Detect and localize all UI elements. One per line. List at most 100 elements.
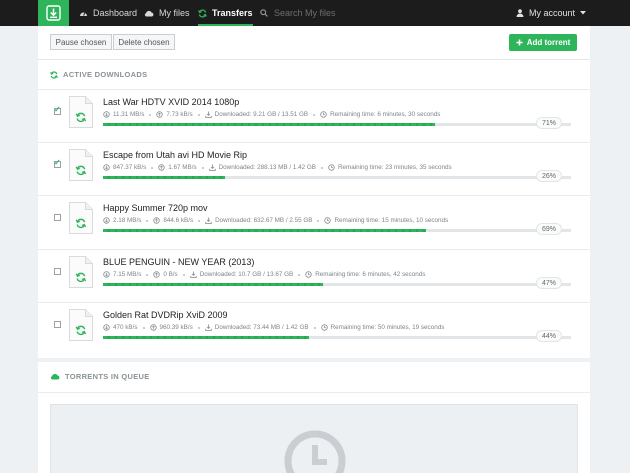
upload-speed-value: 0 B/s xyxy=(163,271,178,278)
downloaded-amount: Downloaded: 73.44 MB / 1.42 GB xyxy=(205,324,309,331)
progress-percent: 44% xyxy=(536,330,562,342)
download-row[interactable]: BLUE PENGUIN - NEW YEAR (2013) 7.15 MB/s 0… xyxy=(38,249,590,302)
torrent-stats: 470 kB/s 960.39 kB/s Downloaded: 73.44 MB … xyxy=(103,324,444,331)
remaining-time: Remaining time: 50 minutes, 19 seconds xyxy=(320,324,445,331)
download-speed-value: 2.18 MB/s xyxy=(113,217,142,224)
file-icon xyxy=(69,96,93,128)
toolbar: Pause chosen Delete chosen Add torrent xyxy=(38,26,590,60)
delete-chosen-button[interactable]: Delete chosen xyxy=(113,34,175,50)
nav-dashboard[interactable]: Dashboard xyxy=(79,0,137,26)
upload-speed-value: 960.39 kB/s xyxy=(159,324,193,331)
row-checkbox[interactable] xyxy=(54,158,61,168)
upload-speed-value: 844.6 kB/s xyxy=(163,217,194,224)
remaining-time: Remaining time: 23 minutes, 35 seconds xyxy=(328,164,452,171)
separator-dot xyxy=(142,326,145,329)
separator-dot xyxy=(298,273,301,276)
file-icon xyxy=(69,149,93,181)
user-icon xyxy=(516,9,524,17)
download-tray-icon xyxy=(204,111,212,118)
queue-divider xyxy=(38,392,590,393)
queue-panel: TORRENTS IN QUEUE xyxy=(38,362,590,473)
remaining-time-value: Remaining time: 6 minutes, 30 seconds xyxy=(330,111,441,118)
download-speed-value: 470 kB/s xyxy=(113,324,138,331)
clock-icon xyxy=(305,271,312,278)
downloaded-amount: Downloaded: 10.7 GB / 13.67 GB xyxy=(189,271,293,278)
caret-down-icon xyxy=(580,11,586,15)
progress-bar xyxy=(103,176,571,179)
row-checkbox[interactable] xyxy=(54,105,61,115)
remaining-time: Remaining time: 6 minutes, 30 seconds xyxy=(320,111,440,118)
download-speed-value: 847.37 kB/s xyxy=(113,164,147,171)
app-logo[interactable] xyxy=(38,0,69,26)
nav-transfers[interactable]: Transfers xyxy=(198,0,253,26)
clock-icon xyxy=(284,430,346,473)
separator-dot xyxy=(149,113,152,116)
refresh-icon xyxy=(198,8,207,18)
download-speed-icon xyxy=(103,164,110,171)
download-speed-value: 11.31 MB/s xyxy=(113,111,145,118)
cloud-icon xyxy=(50,373,60,380)
download-row[interactable]: Golden Rat DVDRip XviD 2009 470 kB/s 960.3… xyxy=(38,302,590,355)
upload-speed: 0 B/s xyxy=(153,271,178,278)
torrent-stats: 847.37 kB/s 1.67 MB/s Downloaded: 288.13 M… xyxy=(103,164,452,171)
downloaded-value: Downloaded: 632.67 MB / 2.55 GB xyxy=(215,217,313,224)
torrent-title[interactable]: Escape from Utah avi HD Movie Rip xyxy=(103,150,247,160)
download-tray-icon xyxy=(205,217,212,224)
search-input[interactable] xyxy=(274,8,364,18)
separator-dot xyxy=(313,113,316,116)
add-torrent-button[interactable]: Add torrent xyxy=(509,34,577,51)
downloaded-amount: Downloaded: 632.67 MB / 2.55 GB xyxy=(205,217,312,224)
download-row[interactable]: Happy Summer 720p mov 2.18 MB/s 844.6 kB/s… xyxy=(38,195,590,248)
upload-speed-value: 1.67 MB/s xyxy=(168,164,197,171)
torrent-title[interactable]: Last War HDTV XVID 2014 1080p xyxy=(103,97,239,107)
download-row[interactable]: Escape from Utah avi HD Movie Rip 847.37 … xyxy=(38,142,590,195)
progress-fill xyxy=(103,229,426,232)
active-downloads-title: ACTIVE DOWNLOADS xyxy=(63,70,148,79)
upload-speed-icon xyxy=(153,217,161,224)
download-speed-value: 7.15 MB/s xyxy=(113,271,142,278)
progress-percent: 71% xyxy=(536,117,562,129)
nav-my-files-label: My files xyxy=(159,8,190,18)
torrent-title[interactable]: Golden Rat DVDRip XviD 2009 xyxy=(103,310,228,320)
progress-bar xyxy=(103,283,571,286)
download-speed-icon xyxy=(103,111,110,118)
download-tray-icon xyxy=(208,164,216,171)
remaining-time-value: Remaining time: 23 minutes, 35 seconds xyxy=(337,164,452,171)
progress-fill xyxy=(103,176,225,179)
remaining-time-value: Remaining time: 6 minutes, 42 seconds xyxy=(315,271,426,278)
download-speed-icon xyxy=(103,217,110,224)
cloud-icon xyxy=(144,10,154,16)
queue-header: TORRENTS IN QUEUE xyxy=(50,372,150,381)
search-box[interactable] xyxy=(260,0,364,26)
separator-dot xyxy=(151,166,154,169)
separator-dot xyxy=(146,273,149,276)
download-row[interactable]: Last War HDTV XVID 2014 1080p 11.31 MB/s 7… xyxy=(38,89,590,142)
upload-speed-value: 7.73 kB/s xyxy=(166,111,193,118)
download-speed: 470 kB/s xyxy=(103,324,138,331)
torrent-title[interactable]: Happy Summer 720p mov xyxy=(103,203,208,213)
downloaded-value: Downloaded: 288.13 MB / 1.42 GB xyxy=(218,164,316,171)
account-menu[interactable]: My account xyxy=(516,0,586,26)
upload-speed: 7.73 kB/s xyxy=(156,111,193,118)
nav-my-files[interactable]: My files xyxy=(144,0,190,26)
pause-chosen-button[interactable]: Pause chosen xyxy=(50,34,112,50)
downloaded-value: Downloaded: 9.21 GB / 13.51 GB xyxy=(214,111,309,118)
row-checkbox[interactable] xyxy=(54,214,61,221)
progress-fill xyxy=(103,123,436,126)
row-checkbox[interactable] xyxy=(54,268,61,275)
download-speed: 11.31 MB/s xyxy=(103,111,144,118)
row-checkbox[interactable] xyxy=(54,321,61,328)
torrent-title[interactable]: BLUE PENGUIN - NEW YEAR (2013) xyxy=(103,257,254,267)
download-tray-icon xyxy=(205,324,212,331)
download-speed-icon xyxy=(103,324,110,331)
downloaded-amount: Downloaded: 9.21 GB / 13.51 GB xyxy=(204,111,309,118)
queue-title: TORRENTS IN QUEUE xyxy=(65,372,150,381)
upload-speed-icon xyxy=(149,324,157,331)
file-icon xyxy=(69,309,93,341)
remaining-time-value: Remaining time: 50 minutes, 19 seconds xyxy=(330,324,445,331)
downloaded-value: Downloaded: 73.44 MB / 1.42 GB xyxy=(214,324,309,331)
file-icon xyxy=(69,256,93,288)
progress-bar xyxy=(103,229,571,232)
clock-icon xyxy=(324,217,332,224)
downloaded-amount: Downloaded: 288.13 MB / 1.42 GB xyxy=(208,164,316,171)
